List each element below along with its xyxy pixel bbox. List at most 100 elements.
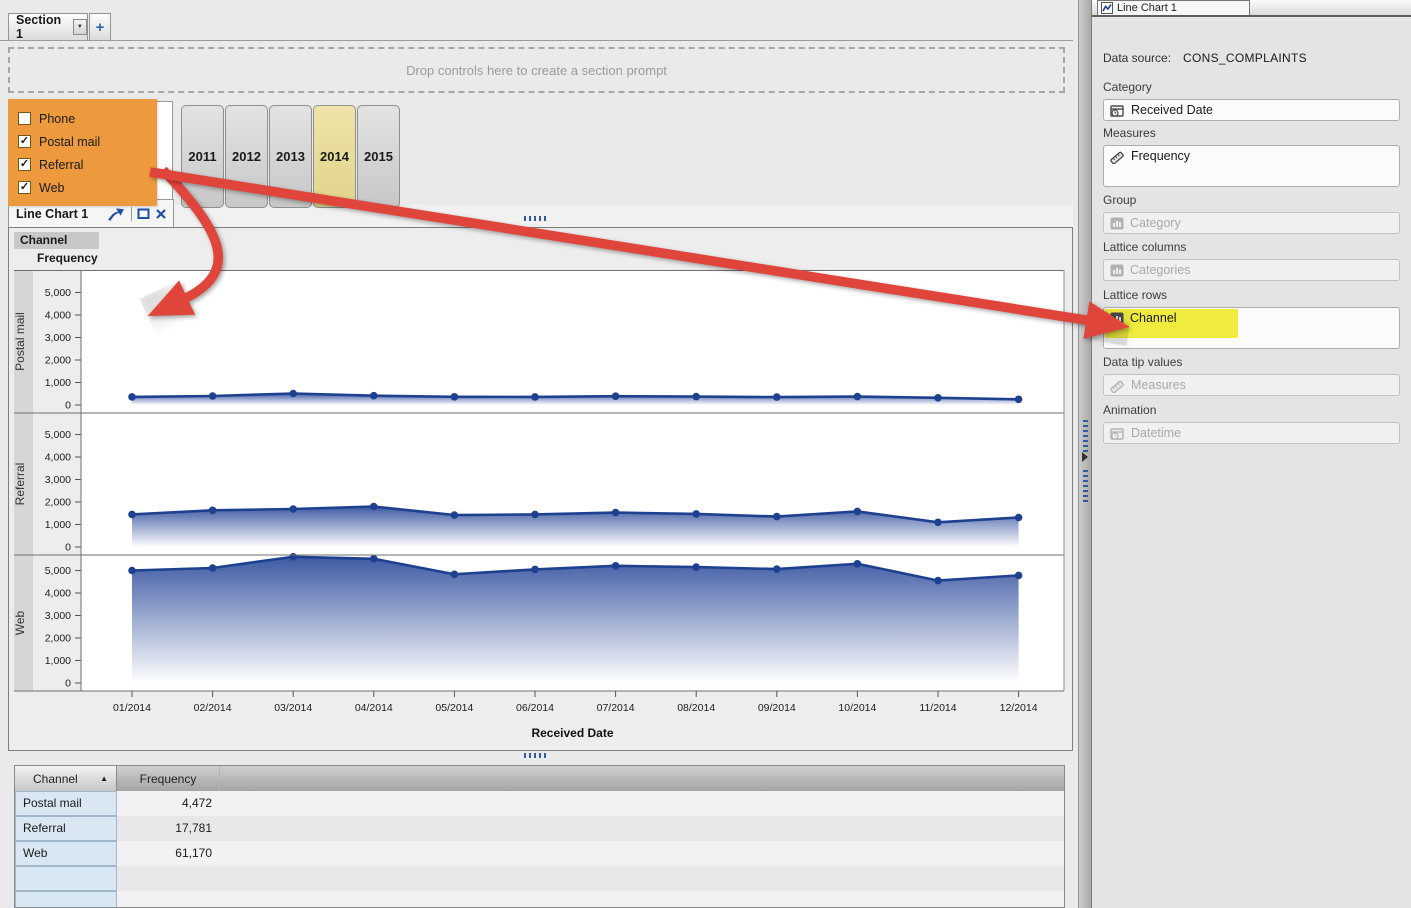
splitter-collapse-arrow-icon[interactable] (1082, 452, 1088, 462)
data-point[interactable] (208, 392, 217, 400)
panel-label-animation: Animation (1103, 403, 1157, 417)
data-point[interactable] (692, 392, 700, 401)
y-tick-label: 5,000 (45, 287, 71, 299)
section-prompt-dropzone[interactable]: Drop controls here to create a section p… (8, 47, 1065, 93)
channel-filter-option[interactable]: ✓ Web (18, 176, 153, 199)
data-point[interactable] (611, 508, 620, 517)
table-row[interactable]: Referral 17,781 (15, 816, 1064, 841)
data-point[interactable] (450, 393, 459, 401)
data-point[interactable] (450, 570, 459, 579)
year-button-2012[interactable]: 2012 (225, 105, 268, 208)
maximize-icon[interactable] (137, 207, 150, 220)
field-value: Measures (1131, 378, 1186, 392)
data-point[interactable] (934, 518, 942, 527)
checkbox-icon[interactable]: ✓ (18, 158, 31, 171)
category-icon (1110, 264, 1124, 277)
field-value: Datetime (1131, 426, 1182, 440)
data-point[interactable] (370, 391, 378, 400)
data-point[interactable] (531, 565, 539, 574)
horizontal-splitter-handle[interactable] (524, 216, 548, 221)
column-header-channel[interactable]: Channel ▲ (15, 766, 117, 791)
field-category[interactable]: Received Date (1103, 99, 1400, 121)
panel-splitter[interactable] (1078, 0, 1092, 908)
panel-label-lattice-rows: Lattice rows (1103, 288, 1168, 302)
data-point[interactable] (289, 505, 298, 513)
field-data-tip-values[interactable]: Measures (1103, 374, 1400, 396)
datetime-icon (1110, 427, 1125, 441)
checkbox-icon[interactable]: ✓ (18, 181, 31, 194)
data-point[interactable] (934, 576, 942, 585)
field-group[interactable]: Category (1103, 212, 1400, 234)
data-point[interactable] (692, 510, 700, 518)
pivot-arrow-icon[interactable] (106, 206, 126, 222)
tab-section-1[interactable]: Section 1 ▼ (8, 13, 88, 41)
category-icon (1110, 312, 1124, 325)
data-point[interactable] (1014, 571, 1023, 580)
data-point[interactable] (531, 510, 539, 519)
year-button-2014-selected[interactable]: 2014 (313, 105, 356, 208)
horizontal-splitter-handle[interactable] (524, 753, 548, 758)
y-tick-label: 3,000 (45, 332, 71, 344)
data-point[interactable] (853, 392, 862, 401)
line-chart-icon (1101, 2, 1113, 14)
data-point[interactable] (208, 506, 217, 515)
data-point[interactable] (128, 510, 136, 519)
channel-filter-option[interactable]: ✓ Referral (18, 153, 153, 176)
section-dropdown-button[interactable]: ▼ (72, 19, 87, 35)
data-point[interactable] (692, 563, 700, 571)
data-point[interactable] (773, 565, 781, 573)
splitter-drag-handle[interactable] (1083, 418, 1088, 452)
application-window: Section 1 ▼ + Drop controls here to crea… (0, 0, 1411, 908)
data-point[interactable] (531, 393, 539, 401)
field-lattice-rows[interactable]: Channel (1103, 307, 1400, 349)
lattice-line-chart[interactable]: 0 1,000 2,000 3,000 4,000 5,000 Postal mail 0 1,… (14, 270, 1067, 746)
data-point[interactable] (773, 393, 781, 401)
data-point[interactable] (1014, 513, 1023, 522)
data-point[interactable] (370, 555, 378, 563)
add-section-button[interactable]: + (89, 13, 111, 40)
data-point[interactable] (128, 393, 136, 401)
data-point[interactable] (289, 389, 298, 398)
checkbox-label: Referral (39, 157, 84, 172)
data-point[interactable] (128, 566, 136, 575)
data-point[interactable] (370, 502, 378, 511)
frequency-cell: 17,781 (175, 821, 212, 835)
channel-cell: Web (15, 841, 117, 866)
lattice-row-label: Web (14, 610, 27, 635)
properties-tab-line-chart[interactable]: Line Chart 1 (1097, 0, 1250, 15)
data-point[interactable] (611, 562, 620, 570)
field-animation[interactable]: Datetime (1103, 422, 1400, 444)
splitter-drag-handle[interactable] (1083, 468, 1088, 502)
table-row[interactable] (15, 866, 1064, 891)
close-icon[interactable] (155, 208, 167, 220)
lattice-corner-tab[interactable]: Channel (14, 232, 99, 249)
table-row[interactable]: Postal mail 4,472 (15, 791, 1064, 816)
channel-filter-option[interactable]: Phone (18, 107, 153, 130)
data-point[interactable] (853, 507, 862, 516)
channel-filter-option[interactable]: ✓ Postal mail (18, 130, 153, 153)
data-point[interactable] (450, 511, 459, 519)
data-point[interactable] (208, 564, 217, 572)
year-button-2013[interactable]: 2013 (269, 105, 312, 208)
field-lattice-columns[interactable]: Categories (1103, 259, 1400, 281)
x-tick-label: 12/2014 (1000, 702, 1038, 714)
checkbox-icon[interactable]: ✓ (18, 135, 31, 148)
field-measures[interactable]: Frequency (1103, 145, 1400, 187)
data-point[interactable] (853, 560, 862, 568)
table-row[interactable] (15, 891, 1064, 907)
year-button-2015[interactable]: 2015 (357, 105, 400, 208)
column-header-frequency[interactable]: Frequency (117, 766, 220, 791)
data-point[interactable] (773, 512, 781, 521)
data-point[interactable] (934, 394, 942, 402)
category-icon (1110, 217, 1124, 230)
y-tick-label: 1,000 (45, 519, 71, 531)
data-point[interactable] (1014, 395, 1023, 404)
data-point[interactable] (611, 392, 620, 400)
properties-tab-title: Line Chart 1 (1117, 2, 1177, 14)
data-point[interactable] (289, 553, 298, 561)
checkbox-icon[interactable] (18, 112, 31, 125)
tabstrip-divider (0, 40, 1073, 41)
year-button-2011[interactable]: 2011 (181, 105, 224, 208)
measure-icon (1110, 379, 1125, 393)
table-row[interactable]: Web 61,170 (15, 841, 1064, 866)
